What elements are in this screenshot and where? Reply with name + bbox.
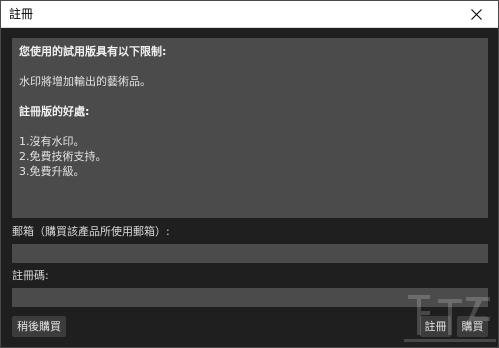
benefit-item: 3.免費升級。 — [19, 165, 85, 178]
restriction-heading: 您使用的試用版具有以下限制: — [19, 45, 167, 58]
restriction-text: 水印將增加輸出的藝術品。 — [19, 75, 151, 88]
benefit-item: 1.沒有水印。 — [19, 135, 85, 148]
buy-button[interactable]: 購買 — [457, 316, 488, 337]
close-icon — [470, 8, 482, 20]
register-dialog: 註冊 您使用的試用版具有以下限制: 水印將增加輸出的藝術品。 註冊版的好處: 1… — [0, 0, 499, 348]
close-button[interactable] — [454, 1, 498, 27]
email-label: 郵箱（購買該產品所使用郵箱）: — [12, 225, 170, 238]
trial-info-panel: 您使用的試用版具有以下限制: 水印將增加輸出的藝術品。 註冊版的好處: 1.沒有… — [12, 38, 488, 218]
register-button[interactable]: 註冊 — [420, 316, 451, 337]
title-bar: 註冊 — [1, 1, 498, 28]
benefit-item: 2.免費技術支持。 — [19, 150, 107, 163]
window-title: 註冊 — [9, 7, 34, 21]
buy-later-button[interactable]: 稍後購買 — [12, 316, 66, 337]
email-field[interactable] — [12, 244, 488, 263]
registration-code-field[interactable] — [12, 288, 488, 307]
benefits-heading: 註冊版的好處: — [19, 105, 90, 118]
registration-code-label: 註冊碼: — [12, 269, 49, 282]
